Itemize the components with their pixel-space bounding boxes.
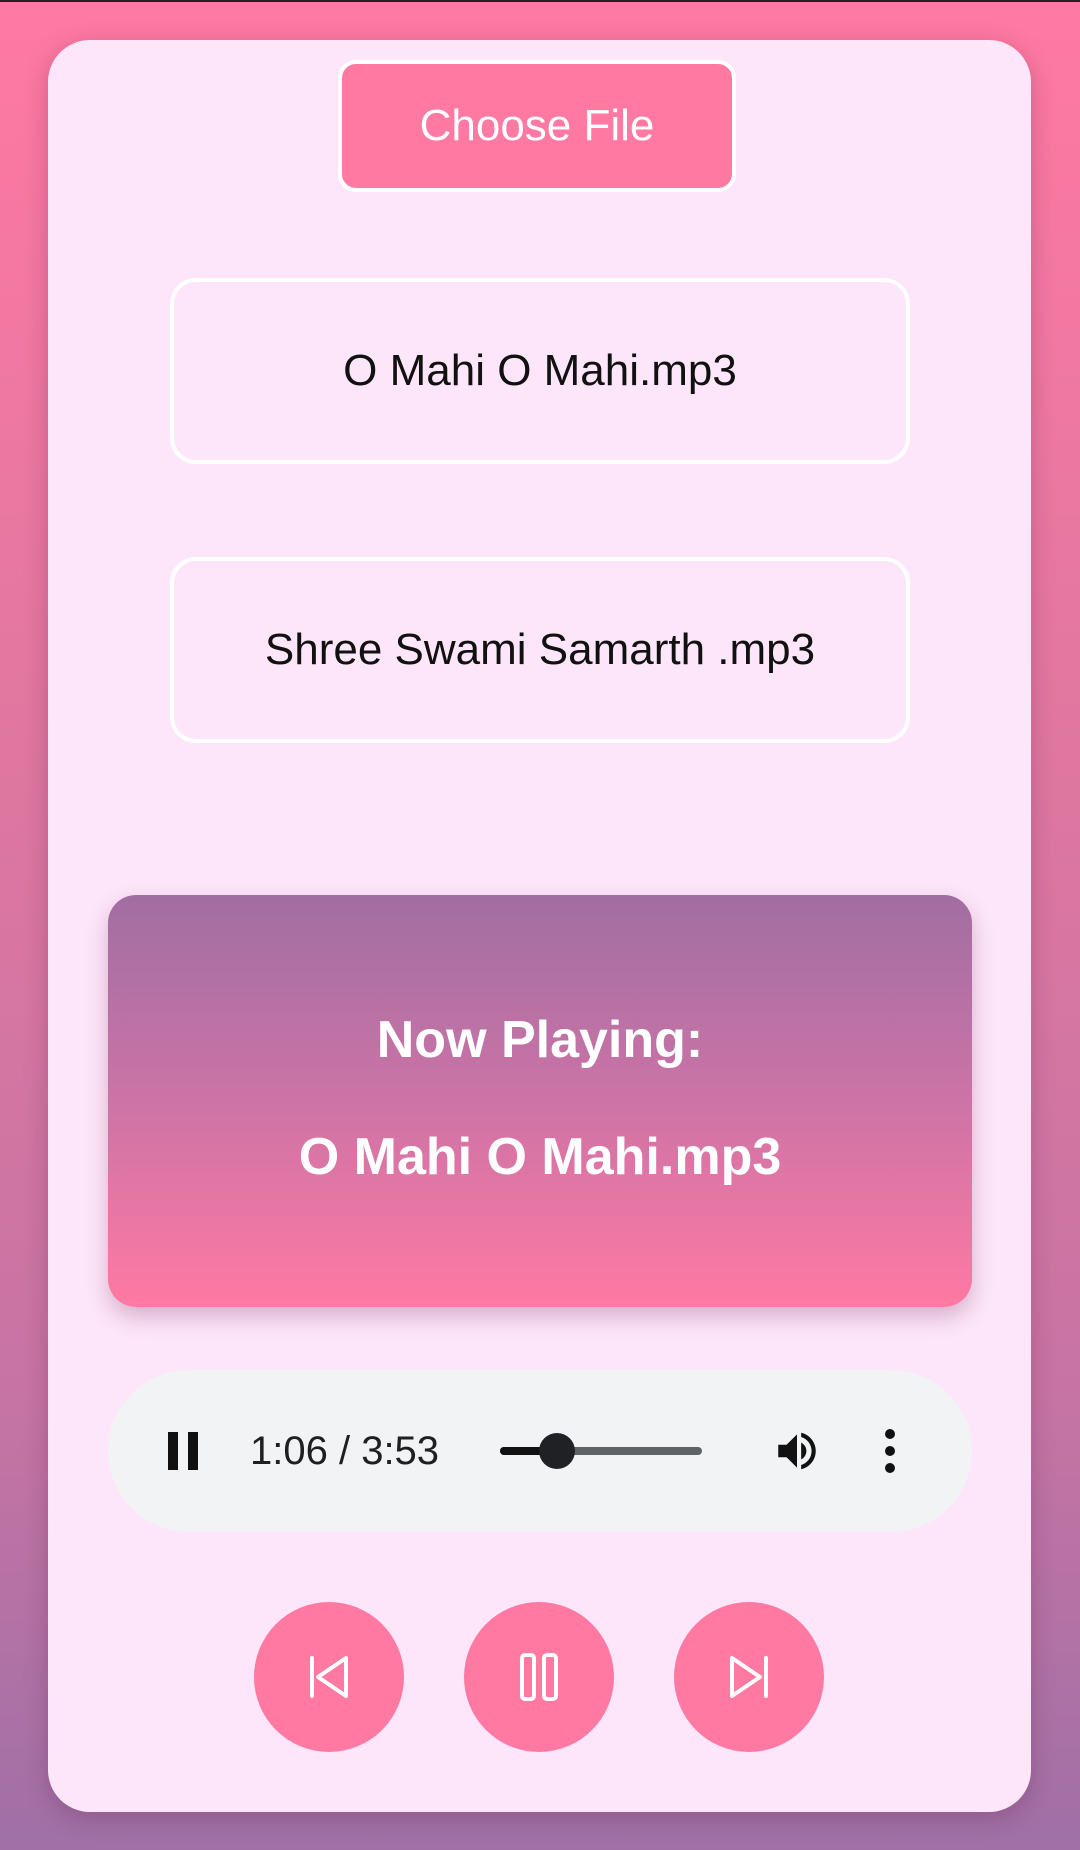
now-playing-title: O Mahi O Mahi.mp3 — [298, 1128, 782, 1186]
skip-next-icon — [730, 1656, 768, 1698]
playback-time: 1:06 / 3:53 — [250, 1429, 440, 1473]
audio-player: 1:06 / 3:53 — [108, 1370, 972, 1532]
now-playing-label: Now Playing: — [376, 1011, 704, 1069]
playlist-item-label: Shree Swami Samarth .mp3 — [264, 625, 816, 674]
play-pause-button[interactable] — [464, 1602, 614, 1752]
pause-icon — [520, 1653, 558, 1701]
seek-slider[interactable] — [500, 1433, 702, 1469]
playlist-item-label: O Mahi O Mahi.mp3 — [343, 346, 737, 395]
status-bar-edge — [0, 0, 1080, 2]
choose-file-button[interactable]: Choose File — [338, 60, 736, 192]
player-card: Choose File O Mahi O Mahi.mp3 Shree Swam… — [48, 40, 1031, 1812]
playlist-item[interactable]: O Mahi O Mahi.mp3 — [170, 278, 910, 464]
now-playing-panel: Now Playing: O Mahi O Mahi.mp3 — [108, 895, 972, 1307]
pause-icon[interactable] — [166, 1432, 200, 1470]
more-vert-icon[interactable] — [882, 1428, 898, 1474]
previous-button[interactable] — [254, 1602, 404, 1752]
playlist-item[interactable]: Shree Swami Samarth .mp3 — [170, 557, 910, 743]
next-button[interactable] — [674, 1602, 824, 1752]
skip-previous-icon — [310, 1656, 348, 1698]
seek-thumb[interactable] — [539, 1433, 576, 1469]
volume-icon[interactable] — [772, 1426, 822, 1476]
